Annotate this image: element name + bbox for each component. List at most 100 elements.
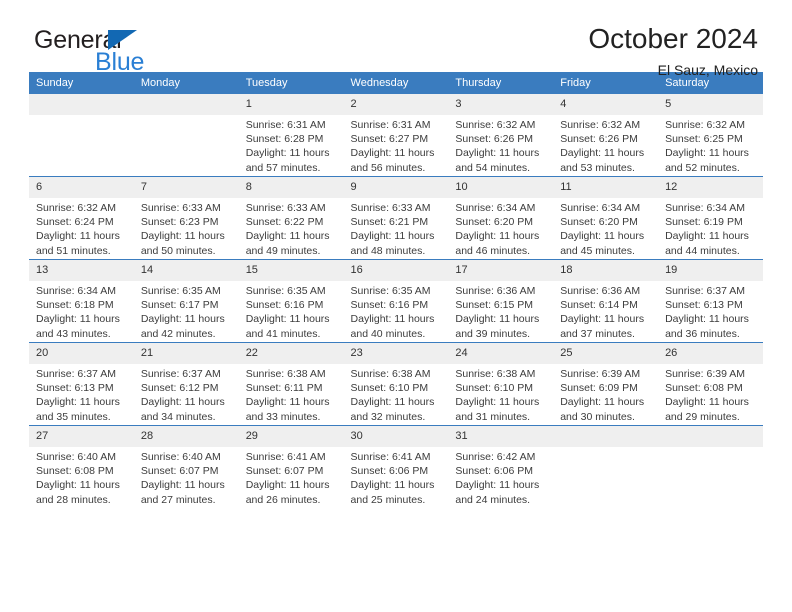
sunrise-text: Sunrise: 6:36 AM	[560, 285, 641, 297]
calendar-day-cell[interactable]: 12 Sunrise: 6:34 AM Sunset: 6:19 PM Dayligh…	[658, 176, 763, 260]
sunset-text: Sunset: 6:08 PM	[36, 465, 114, 478]
day-number: 5	[658, 94, 763, 115]
calendar-day-cell[interactable]: 21 Sunrise: 6:37 AM Sunset: 6:12 PM Dayligh…	[133, 342, 239, 426]
calendar-day-cell-empty	[553, 425, 659, 508]
calendar-day-cell[interactable]: 26 Sunrise: 6:39 AM Sunset: 6:08 PM Dayligh…	[658, 342, 763, 426]
sunset-text: Sunset: 6:14 PM	[560, 299, 638, 312]
day-details: Sunrise: 6:34 AM Sunset: 6:19 PM Daylight:…	[658, 198, 763, 258]
day-number	[553, 426, 659, 447]
day-number: 3	[448, 94, 554, 115]
calendar-day-cell[interactable]: 5 Sunrise: 6:32 AM Sunset: 6:25 PM Daylight…	[658, 94, 763, 177]
sunset-text: Sunset: 6:13 PM	[36, 382, 114, 395]
calendar-day-cell[interactable]: 2 Sunrise: 6:31 AM Sunset: 6:27 PM Daylight…	[343, 94, 449, 177]
calendar-day-cell[interactable]: 6 Sunrise: 6:32 AM Sunset: 6:24 PM Daylight…	[29, 176, 134, 260]
calendar-week-row: 13 Sunrise: 6:34 AM Sunset: 6:18 PM Dayligh…	[29, 259, 763, 343]
day-number: 16	[343, 260, 449, 281]
sunrise-text: Sunrise: 6:37 AM	[36, 368, 116, 380]
sunset-text: Sunset: 6:26 PM	[560, 133, 638, 146]
day-number: 15	[238, 260, 344, 281]
day-details: Sunrise: 6:40 AM Sunset: 6:08 PM Daylight:…	[29, 447, 134, 507]
calendar-day-cell[interactable]: 16 Sunrise: 6:35 AM Sunset: 6:16 PM Dayligh…	[343, 259, 449, 343]
sunset-text: Sunset: 6:19 PM	[665, 216, 743, 229]
sunrise-text: Sunrise: 6:37 AM	[140, 368, 221, 380]
calendar-week-row: 6 Sunrise: 6:32 AM Sunset: 6:24 PM Daylight…	[29, 176, 763, 260]
calendar-day-cell[interactable]: 19 Sunrise: 6:37 AM Sunset: 6:13 PM Dayligh…	[658, 259, 763, 343]
calendar-page: General Blue October 2024 El Sauz, Mexic…	[0, 0, 792, 612]
daylight-text: Daylight: 11 hours and 49 minutes.	[245, 230, 330, 257]
sunset-text: Sunset: 6:11 PM	[245, 382, 323, 395]
daylight-text: Daylight: 11 hours and 53 minutes.	[560, 147, 645, 174]
calendar-day-cell[interactable]: 20 Sunrise: 6:37 AM Sunset: 6:13 PM Dayligh…	[29, 342, 134, 426]
calendar-day-cell[interactable]: 1 Sunrise: 6:31 AM Sunset: 6:28 PM Daylight…	[238, 94, 344, 177]
weekday-header-wednesday: Wednesday	[343, 72, 449, 94]
day-details: Sunrise: 6:35 AM Sunset: 6:17 PM Daylight:…	[134, 281, 239, 341]
daylight-text: Daylight: 11 hours and 46 minutes.	[455, 230, 540, 257]
daylight-text: Daylight: 11 hours and 27 minutes.	[140, 479, 225, 506]
day-number: 9	[343, 177, 449, 198]
sunset-text: Sunset: 6:21 PM	[350, 216, 429, 229]
sunrise-text: Sunrise: 6:38 AM	[245, 368, 326, 380]
calendar-day-cell[interactable]: 4 Sunrise: 6:32 AM Sunset: 6:26 PM Daylight…	[553, 94, 659, 177]
day-number	[658, 426, 763, 447]
general-blue-logo[interactable]: General Blue	[34, 26, 264, 76]
calendar-day-cell[interactable]: 14 Sunrise: 6:35 AM Sunset: 6:17 PM Dayligh…	[133, 259, 239, 343]
day-number: 19	[658, 260, 763, 281]
calendar-day-cell[interactable]: 3 Sunrise: 6:32 AM Sunset: 6:26 PM Daylight…	[448, 94, 554, 177]
calendar-day-cell[interactable]: 7 Sunrise: 6:33 AM Sunset: 6:23 PM Daylight…	[133, 176, 239, 260]
sunset-text: Sunset: 6:16 PM	[245, 299, 324, 312]
day-details: Sunrise: 6:32 AM Sunset: 6:26 PM Daylight:…	[448, 115, 553, 175]
daylight-text: Daylight: 11 hours and 51 minutes.	[36, 230, 120, 257]
calendar-day-cell[interactable]: 31 Sunrise: 6:42 AM Sunset: 6:06 PM Dayligh…	[448, 425, 554, 508]
daylight-text: Daylight: 11 hours and 54 minutes.	[455, 147, 540, 174]
sunrise-text: Sunrise: 6:37 AM	[665, 285, 746, 297]
sunrise-text: Sunrise: 6:31 AM	[350, 119, 431, 131]
day-number: 29	[238, 426, 344, 447]
day-details: Sunrise: 6:34 AM Sunset: 6:20 PM Daylight:…	[553, 198, 658, 258]
sunrise-text: Sunrise: 6:35 AM	[350, 285, 431, 297]
day-details: Sunrise: 6:34 AM Sunset: 6:18 PM Daylight:…	[29, 281, 134, 341]
day-number: 17	[448, 260, 554, 281]
day-details: Sunrise: 6:37 AM Sunset: 6:12 PM Daylight:…	[134, 364, 239, 424]
day-number: 21	[133, 343, 239, 364]
day-number: 20	[29, 343, 134, 364]
calendar-day-cell[interactable]: 25 Sunrise: 6:39 AM Sunset: 6:09 PM Dayligh…	[553, 342, 659, 426]
daylight-text: Daylight: 11 hours and 39 minutes.	[455, 313, 540, 340]
weekday-header-thursday: Thursday	[448, 72, 554, 94]
calendar-day-cell[interactable]: 11 Sunrise: 6:34 AM Sunset: 6:20 PM Dayligh…	[553, 176, 659, 260]
calendar-day-cell[interactable]: 24 Sunrise: 6:38 AM Sunset: 6:10 PM Dayligh…	[448, 342, 554, 426]
calendar-day-cell[interactable]: 30 Sunrise: 6:41 AM Sunset: 6:06 PM Dayligh…	[343, 425, 449, 508]
day-details: Sunrise: 6:38 AM Sunset: 6:10 PM Daylight:…	[344, 364, 449, 424]
daylight-text: Daylight: 11 hours and 26 minutes.	[245, 479, 330, 506]
calendar-day-cell[interactable]: 18 Sunrise: 6:36 AM Sunset: 6:14 PM Dayligh…	[553, 259, 659, 343]
day-number: 6	[29, 177, 134, 198]
page-header: General Blue October 2024 El Sauz, Mexic…	[29, 0, 763, 78]
day-details: Sunrise: 6:35 AM Sunset: 6:16 PM Daylight:…	[239, 281, 344, 341]
calendar-day-cell[interactable]: 23 Sunrise: 6:38 AM Sunset: 6:10 PM Dayligh…	[343, 342, 449, 426]
sunrise-text: Sunrise: 6:40 AM	[36, 451, 116, 463]
sunset-text: Sunset: 6:24 PM	[36, 216, 114, 229]
calendar-day-cell[interactable]: 9 Sunrise: 6:33 AM Sunset: 6:21 PM Daylight…	[343, 176, 449, 260]
daylight-text: Daylight: 11 hours and 57 minutes.	[245, 147, 330, 174]
calendar-day-cell[interactable]: 22 Sunrise: 6:38 AM Sunset: 6:11 PM Dayligh…	[238, 342, 344, 426]
calendar-day-cell[interactable]: 13 Sunrise: 6:34 AM Sunset: 6:18 PM Dayligh…	[29, 259, 134, 343]
sunrise-text: Sunrise: 6:34 AM	[36, 285, 116, 297]
calendar-day-cell[interactable]: 27 Sunrise: 6:40 AM Sunset: 6:08 PM Dayligh…	[29, 425, 134, 508]
calendar-day-cell-empty	[658, 425, 763, 508]
calendar-day-cell[interactable]: 17 Sunrise: 6:36 AM Sunset: 6:15 PM Dayligh…	[448, 259, 554, 343]
daylight-text: Daylight: 11 hours and 43 minutes.	[36, 313, 120, 340]
day-details: Sunrise: 6:39 AM Sunset: 6:09 PM Daylight:…	[553, 364, 658, 424]
calendar-day-cell[interactable]: 29 Sunrise: 6:41 AM Sunset: 6:07 PM Dayligh…	[238, 425, 344, 508]
sunset-text: Sunset: 6:12 PM	[140, 382, 219, 395]
calendar-day-cell[interactable]: 28 Sunrise: 6:40 AM Sunset: 6:07 PM Dayligh…	[133, 425, 239, 508]
daylight-text: Daylight: 11 hours and 52 minutes.	[665, 147, 749, 174]
sunset-text: Sunset: 6:18 PM	[36, 299, 114, 312]
weekday-header-monday: Monday	[133, 72, 239, 94]
logo-blue-text: Blue	[95, 48, 145, 76]
sunset-text: Sunset: 6:07 PM	[245, 465, 324, 478]
calendar-day-cell[interactable]: 10 Sunrise: 6:34 AM Sunset: 6:20 PM Dayligh…	[448, 176, 554, 260]
daylight-text: Daylight: 11 hours and 56 minutes.	[350, 147, 435, 174]
day-number: 1	[238, 94, 344, 115]
calendar-day-cell[interactable]: 8 Sunrise: 6:33 AM Sunset: 6:22 PM Daylight…	[238, 176, 344, 260]
daylight-text: Daylight: 11 hours and 25 minutes.	[350, 479, 435, 506]
calendar-day-cell[interactable]: 15 Sunrise: 6:35 AM Sunset: 6:16 PM Dayligh…	[238, 259, 344, 343]
